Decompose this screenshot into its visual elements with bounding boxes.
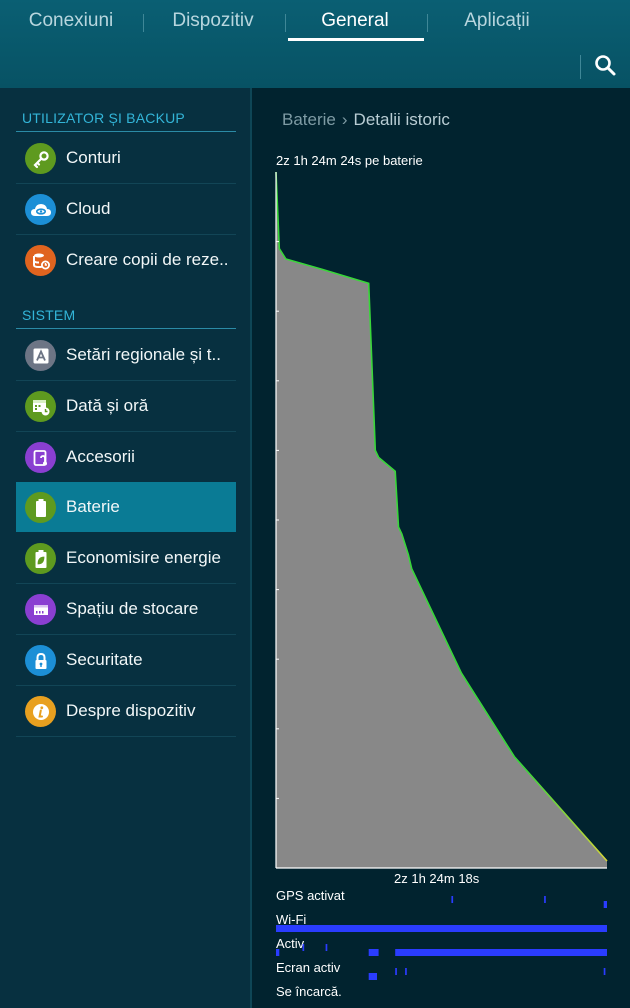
section-header-user-backup: UTILIZATOR ȘI BACKUP <box>22 110 185 126</box>
cloud-icon <box>25 194 56 225</box>
power-saving-icon <box>25 543 56 574</box>
sidebar-item-label: Creare copii de reze.. <box>66 250 229 269</box>
info-icon <box>25 696 56 727</box>
sidebar-item-label: Spațiu de stocare <box>66 599 199 618</box>
breadcrumb: Baterie › Detalii istoric <box>282 110 450 130</box>
tab-separator <box>143 14 144 32</box>
language-icon <box>25 340 56 371</box>
status-segment <box>368 949 379 956</box>
status-segment <box>395 968 397 975</box>
status-segment <box>325 944 328 951</box>
status-segment <box>276 925 607 932</box>
breadcrumb-root[interactable]: Baterie <box>282 110 336 129</box>
sidebar-item-label: Despre dispozitiv <box>66 701 196 720</box>
sidebar-item-about-device[interactable]: Despre dispozitiv <box>16 686 236 736</box>
pane-divider <box>250 88 252 1008</box>
chevron-right-icon: › <box>341 110 348 129</box>
battery-history-chart <box>275 171 608 869</box>
tab-separator <box>427 14 428 32</box>
status-segment <box>302 944 305 951</box>
sidebar-item-backup[interactable]: Creare copii de reze.. <box>16 235 236 285</box>
battery-level-area <box>276 172 607 868</box>
sidebar-item-storage[interactable]: Spațiu de stocare <box>16 584 236 634</box>
sidebar-item-security[interactable]: Securitate <box>16 635 236 685</box>
status-segment <box>544 896 546 903</box>
status-segment <box>276 949 280 956</box>
sidebar-item-label: Economisire energie <box>66 548 221 567</box>
sidebar-item-regional-settings[interactable]: Setări regionale și t.. <box>16 330 236 380</box>
tab-general[interactable]: General <box>294 10 416 40</box>
lock-icon <box>25 645 56 676</box>
calendar-clock-icon <box>25 391 56 422</box>
status-segment <box>395 949 607 956</box>
section-header-system: SISTEM <box>22 307 76 323</box>
battery-icon <box>25 492 56 523</box>
sidebar-item-conturi[interactable]: Conturi <box>16 133 236 183</box>
settings-tabs: Conexiuni Dispozitiv General Aplicații <box>0 0 630 44</box>
sidebar-item-cloud[interactable]: Cloud <box>16 184 236 234</box>
status-segment <box>405 968 407 975</box>
status-timeline <box>276 896 607 980</box>
backup-icon <box>25 245 56 276</box>
active-tab-indicator <box>288 38 424 41</box>
status-segment <box>603 968 606 975</box>
sidebar-item-label: Baterie <box>66 497 120 516</box>
sidebar-item-label: Accesorii <box>66 447 135 466</box>
chart-title: 2z 1h 24m 24s pe baterie <box>276 153 423 168</box>
top-bar: Conexiuni Dispozitiv General Aplicații <box>0 0 630 88</box>
status-segment <box>451 896 454 903</box>
storage-icon <box>25 594 56 625</box>
sidebar-item-label: Securitate <box>66 650 143 669</box>
key-icon <box>25 143 56 174</box>
item-divider <box>16 736 236 737</box>
search-separator <box>580 55 581 79</box>
tab-separator <box>285 14 286 32</box>
sidebar-item-power-saving[interactable]: Economisire energie <box>16 533 236 583</box>
sidebar-item-label: Conturi <box>66 148 121 167</box>
search-icon <box>595 55 616 76</box>
sidebar-item-battery[interactable]: Baterie <box>16 482 236 532</box>
sidebar-item-accessories[interactable]: Accesorii <box>16 432 236 482</box>
status-segment <box>368 973 377 980</box>
status-segment <box>603 901 607 908</box>
sidebar-item-label: Cloud <box>66 199 111 218</box>
sidebar-item-label: Dată și oră <box>66 396 149 415</box>
tab-dispozitiv[interactable]: Dispozitiv <box>152 10 274 40</box>
search-button[interactable] <box>590 50 622 82</box>
tab-conexiuni[interactable]: Conexiuni <box>10 10 132 40</box>
section-divider <box>16 131 236 132</box>
accessories-icon <box>25 442 56 473</box>
tab-aplicatii[interactable]: Aplicații <box>436 10 558 40</box>
sidebar-item-date-time[interactable]: Dată și oră <box>16 381 236 431</box>
breadcrumb-current: Detalii istoric <box>353 110 450 129</box>
sidebar-item-label: Setări regionale și t.. <box>66 345 221 364</box>
section-divider <box>16 328 236 329</box>
